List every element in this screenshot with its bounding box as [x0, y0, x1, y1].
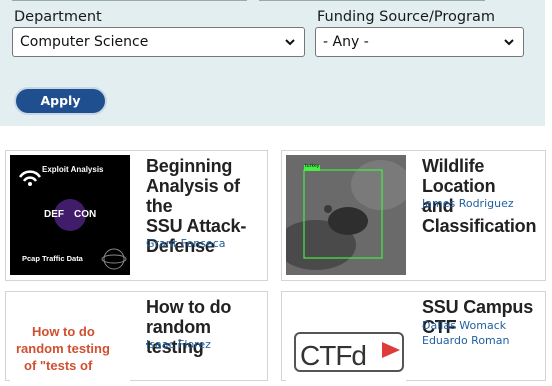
title-line: Wildlife Location — [422, 156, 496, 196]
project-card[interactable]: Exploit Analysis DEF CON Pcap Traffic Da… — [5, 150, 268, 281]
chevron-down-icon — [285, 39, 295, 46]
author-link[interactable]: Dallas Womack — [422, 318, 506, 333]
flag-icon — [382, 342, 400, 358]
thumb-text: Exploit Analysis — [42, 165, 104, 174]
thumb-text: DEF — [44, 209, 64, 220]
thumb-text: CTFd — [300, 340, 367, 371]
project-thumbnail[interactable]: turkey — [286, 155, 406, 275]
author-link[interactable]: James Rodriguez — [422, 196, 514, 211]
funding-select[interactable]: - Any - — [315, 27, 524, 57]
department-select[interactable]: Computer Science — [12, 27, 305, 57]
thumb-text: of "tests of — [24, 358, 93, 373]
chevron-down-icon — [504, 39, 514, 46]
thumb-text: CON — [74, 209, 97, 220]
department-selected-value: Computer Science — [20, 34, 149, 50]
author-link[interactable]: Grant Fonseca — [146, 236, 226, 251]
filter-panel: Department Computer Science Funding Sour… — [0, 0, 545, 126]
author-link[interactable]: Isaac Florez — [146, 337, 211, 352]
project-card[interactable]: turkey Wildlife Location and Classificat… — [281, 150, 546, 281]
project-thumbnail[interactable]: CTFd — [286, 296, 406, 386]
project-thumbnail[interactable]: Exploit Analysis DEF CON Pcap Traffic Da… — [10, 155, 130, 275]
title-line: Analysis of the — [146, 176, 240, 216]
author-link[interactable]: Eduardo Roman — [422, 333, 510, 348]
title-line: Beginning — [146, 156, 233, 176]
previous-field-edge — [12, 0, 247, 1]
funding-selected-value: - Any - — [323, 34, 369, 50]
funding-label: Funding Source/Program — [317, 9, 496, 25]
thumb-text: How to do — [32, 324, 95, 339]
department-label: Department — [14, 9, 102, 25]
wildlife-thumbnail-art — [286, 155, 406, 275]
title-line: SSU Attack- — [146, 216, 247, 236]
title-line: How to do — [146, 297, 232, 317]
thumb-text: random testing — [16, 341, 110, 356]
project-thumbnail[interactable]: How to do random testing of "tests of — [10, 296, 130, 386]
apply-button[interactable]: Apply — [14, 87, 107, 115]
detection-label: turkey — [305, 164, 320, 169]
thumb-text: Pcap Traffic Data — [22, 254, 83, 263]
previous-field-edge — [259, 0, 485, 1]
